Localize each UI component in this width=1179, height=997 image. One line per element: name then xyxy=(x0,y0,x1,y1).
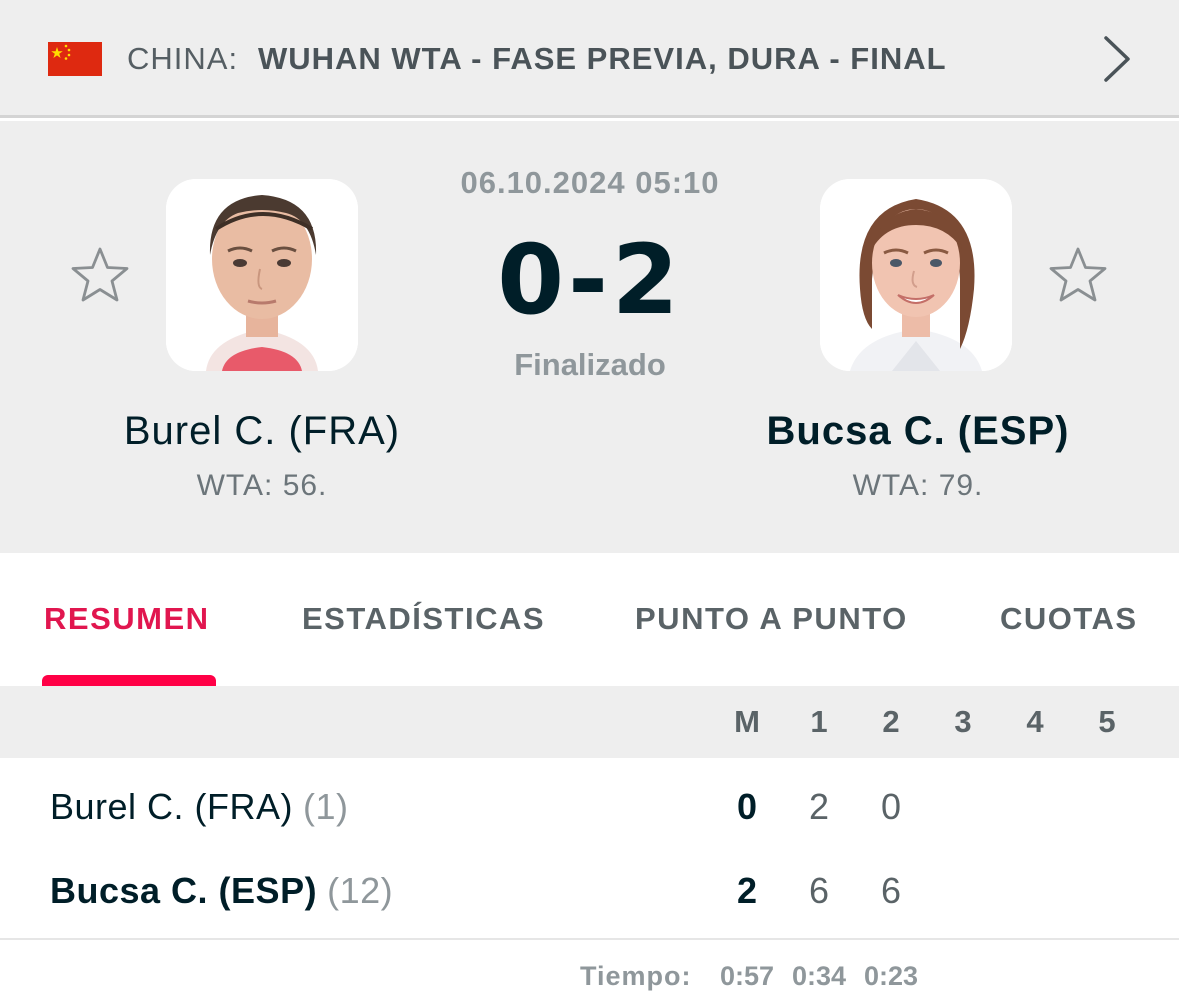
row-player-name: Burel C. (FRA) (1) xyxy=(50,786,349,828)
time-total: 0:57 xyxy=(719,961,775,991)
column-header-set-5: 5 xyxy=(1098,704,1116,739)
table-row: Bucsa C. (ESP) (12) 2 6 6 xyxy=(0,850,1179,934)
favorite-star-icon-home[interactable] xyxy=(69,245,131,307)
time-set-1: 0:34 xyxy=(791,961,847,991)
column-header-set-1: 1 xyxy=(810,704,828,739)
row-player-name-text: Bucsa C. (ESP) xyxy=(50,870,318,911)
cell-set-2: 0 xyxy=(880,786,902,827)
tab-estadisticas[interactable]: ESTADÍSTICAS xyxy=(302,601,545,637)
match-score: 0-2 xyxy=(497,224,683,336)
table-divider xyxy=(0,938,1179,940)
player-rank-home: WTA: 56. xyxy=(196,469,328,502)
tab-punto-a-punto[interactable]: PUNTO A PUNTO xyxy=(635,601,908,637)
player-avatar-home[interactable] xyxy=(166,179,358,371)
player-name-home[interactable]: Burel C. (FRA) xyxy=(62,409,462,454)
active-tab-indicator xyxy=(42,675,216,686)
row-player-seed: (1) xyxy=(303,786,349,827)
row-player-seed: (12) xyxy=(327,870,394,911)
tab-resumen[interactable]: RESUMEN xyxy=(44,601,210,637)
tournament-header[interactable]: CHINA: WUHAN WTA - FASE PREVIA, DURA - F… xyxy=(0,0,1179,118)
player-avatar-away[interactable] xyxy=(820,179,1012,371)
cell-set-2: 6 xyxy=(880,870,902,911)
cell-match-score: 2 xyxy=(736,870,758,911)
player-name-away[interactable]: Bucsa C. (ESP) xyxy=(718,409,1118,454)
column-header-set-4: 4 xyxy=(1026,704,1044,739)
column-header-set-3: 3 xyxy=(954,704,972,739)
china-flag-icon xyxy=(48,42,102,76)
table-row: Burel C. (FRA) (1) 0 2 0 xyxy=(0,766,1179,850)
match-datetime: 06.10.2024 05:10 xyxy=(460,165,720,200)
column-header-set-2: 2 xyxy=(882,704,900,739)
cell-set-1: 2 xyxy=(808,786,830,827)
cell-set-1: 6 xyxy=(808,870,830,911)
time-label: Tiempo: xyxy=(580,961,692,991)
match-header: 06.10.2024 05:10 0-2 Finalizado Burel C.… xyxy=(0,121,1179,553)
player-rank-away: WTA: 79. xyxy=(852,469,984,502)
cell-match-score: 0 xyxy=(736,786,758,827)
row-player-name-text: Burel C. (FRA) xyxy=(50,786,294,827)
row-player-name: Bucsa C. (ESP) (12) xyxy=(50,870,393,912)
tab-cuotas[interactable]: CUOTAS xyxy=(1000,601,1138,637)
breadcrumb-tournament[interactable]: WUHAN WTA - FASE PREVIA, DURA - FINAL xyxy=(258,40,947,78)
match-status: Finalizado xyxy=(514,347,666,382)
tab-bar: RESUMEN ESTADÍSTICAS PUNTO A PUNTO CUOTA… xyxy=(0,553,1179,686)
chevron-right-icon[interactable] xyxy=(1098,34,1134,84)
column-header-match: M xyxy=(734,704,760,739)
favorite-star-icon-away[interactable] xyxy=(1047,245,1109,307)
breadcrumb-country: CHINA: xyxy=(127,41,239,76)
score-table-header: M 1 2 3 4 5 xyxy=(0,686,1179,758)
time-set-2: 0:23 xyxy=(863,961,919,991)
